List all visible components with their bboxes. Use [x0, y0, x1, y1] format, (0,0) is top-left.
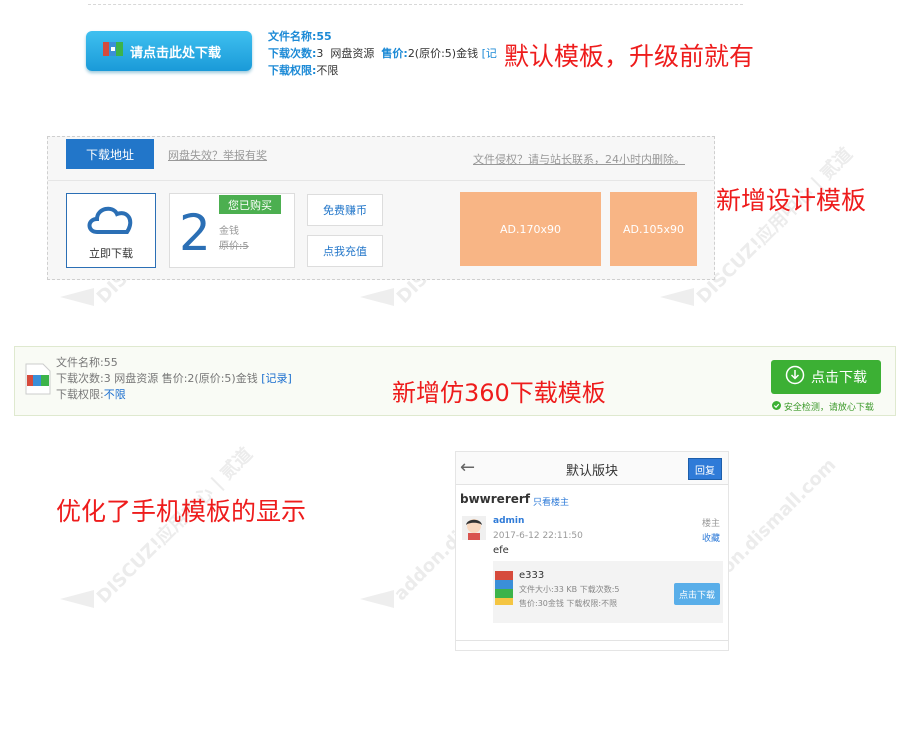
- bought-badge: 您已购买: [219, 195, 281, 214]
- downloads-line: 下载次数:3 网盘资源 售价:2(原价:5)金钱: [56, 372, 258, 385]
- ad-slot-1[interactable]: AD.170x90: [460, 192, 601, 266]
- file-icon: [25, 363, 51, 399]
- download-360-label: 点击下载: [811, 370, 867, 386]
- template-360-box: 文件名称:55 下载次数:3 网盘资源 售价:2(原价:5)金钱 [记录] 下载…: [14, 346, 896, 416]
- download-button[interactable]: 请点击此处下载: [86, 31, 252, 71]
- caption-mobile-template: 优化了手机模板的显示: [56, 497, 307, 526]
- thread-title: bwwrererf: [460, 492, 531, 506]
- caption-design-template: 新增设计模板: [716, 186, 867, 215]
- post-time: 2017-6-12 22:11:50: [493, 531, 583, 541]
- only-op-link[interactable]: 只看楼主: [533, 495, 569, 508]
- file-name: 文件名称:55: [56, 356, 118, 369]
- price-box: 您已购买 2 金钱 原价:5: [169, 193, 295, 268]
- report-expired-link[interactable]: 网盘失效？举报有奖: [168, 147, 267, 163]
- record-link[interactable]: [记: [482, 47, 497, 60]
- cloud-download-button[interactable]: 立即下载: [66, 193, 156, 268]
- cloud-icon: [67, 202, 155, 239]
- mobile-header: ← 默认版块 回复: [456, 452, 728, 485]
- check-icon: [772, 401, 784, 413]
- price-label: 售价:: [381, 47, 408, 60]
- downloads-label: 下载次数:: [268, 47, 317, 60]
- divider: [456, 640, 728, 641]
- price-number: 2: [179, 204, 211, 262]
- mobile-download-button[interactable]: 点击下载: [674, 583, 720, 605]
- source-text: 网盘资源: [330, 47, 375, 60]
- attachment-info: 文件大小:33 KB 下载次数:5: [519, 585, 620, 594]
- watermark-arrow-icon: [360, 590, 394, 608]
- file-name-label: 文件名称:: [268, 30, 317, 43]
- price-value: 2(原价:5)金钱: [407, 47, 479, 60]
- download-button-label: 请点击此处下载: [130, 45, 222, 61]
- original-price: 原价:5: [219, 241, 249, 252]
- permission-value: 不限: [103, 388, 126, 401]
- attachment-price: 售价:30金钱 下载权限:不限: [519, 599, 618, 608]
- price-details: 金钱 原价:5: [219, 224, 249, 254]
- permission-label: 下载权限:: [268, 64, 317, 77]
- favorite-link[interactable]: 收藏: [702, 531, 720, 544]
- reply-button[interactable]: 回复: [688, 458, 722, 480]
- caption-360-template: 新增仿360下载模板: [392, 379, 606, 407]
- archive-icon: [102, 40, 124, 62]
- floor-label: 楼主: [702, 519, 721, 529]
- safe-notice: 安全检测，请放心下载: [772, 400, 874, 413]
- ad-slot-2[interactable]: AD.105x90: [610, 192, 697, 266]
- author-name[interactable]: admin: [493, 516, 524, 526]
- permission-label: 下载权限:: [56, 388, 104, 401]
- avatar: [462, 516, 486, 540]
- watermark-arrow-icon: [60, 590, 94, 608]
- archive-icon: [494, 570, 514, 610]
- earn-coins-button[interactable]: 免费赚币: [307, 194, 383, 226]
- downloads-value: 3: [316, 47, 324, 60]
- currency-label: 金钱: [219, 226, 239, 237]
- caption-default-template: 默认模板，升级前就有: [504, 42, 755, 71]
- divider: [48, 180, 714, 181]
- download-360-button[interactable]: 点击下载: [771, 360, 881, 394]
- file-info-360: 文件名称:55 下载次数:3 网盘资源 售价:2(原价:5)金钱 [记录] 下载…: [56, 355, 292, 403]
- watermark-arrow-icon: [660, 288, 694, 306]
- safe-text: 安全检测，请放心下载: [783, 403, 874, 413]
- file-info: 文件名称:55 下载次数:3 网盘资源 售价:2(原价:5)金钱 [记 下载权限…: [268, 28, 497, 79]
- post-content: efe: [493, 545, 509, 556]
- watermark-arrow-icon: [360, 288, 394, 306]
- watermark-arrow-icon: [60, 288, 94, 306]
- record-link[interactable]: [记录]: [261, 372, 292, 385]
- design-template-box: 下载地址 网盘失效？举报有奖 文件侵权？请与站长联系，24小时内删除。 立即下载…: [47, 136, 715, 280]
- cloud-download-label: 立即下载: [89, 247, 133, 260]
- download-circle-icon: [785, 365, 805, 389]
- recharge-button[interactable]: 点我充值: [307, 235, 383, 267]
- file-name-value: 55: [316, 30, 332, 43]
- permission-value: 不限: [316, 64, 339, 77]
- attachment-name: e333: [519, 570, 545, 581]
- top-divider: [88, 4, 743, 5]
- watermark: DISCUZ!应用中心 | 贰道: [692, 143, 857, 308]
- tab-download-address[interactable]: 下载地址: [66, 139, 154, 169]
- mobile-preview: ← 默认版块 回复 bwwrererf 只看楼主 admin 2017-6-12…: [455, 451, 729, 651]
- copyright-link[interactable]: 文件侵权？请与站长联系，24小时内删除。: [473, 151, 685, 167]
